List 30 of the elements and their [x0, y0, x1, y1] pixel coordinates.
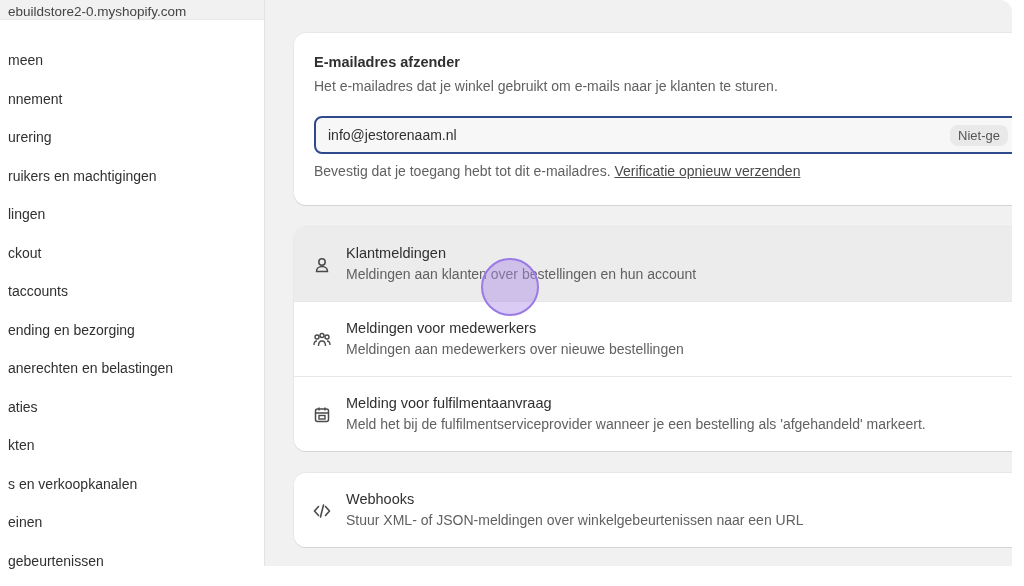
row-title: Meldingen voor medewerkers — [346, 320, 538, 336]
sidebar-item[interactable]: urering — [0, 128, 52, 147]
row-title: Melding voor fulfilmentaanvraag — [346, 395, 553, 411]
sidebar-item[interactable]: lingen — [0, 205, 46, 224]
row-description: Meld het bij de fulfilmentserviceprovider wanneer je een bestelling als 'afgehandeld' markeert. — [346, 415, 926, 434]
sidebar-item[interactable]: ending en bezorging — [0, 320, 135, 340]
email-input[interactable]: info@jestorenaam.nl — [328, 127, 828, 143]
notification-row[interactable]: Melding voor fulfilmentaanvraag Meld het bij de fulfilmentserviceprovider wanneer je een bestelling als 'afgehandeld' markeert. — [294, 376, 1012, 451]
sidebar-item[interactable]: meen — [0, 51, 44, 70]
sidebar-item[interactable]: s en verkoopkanalen — [0, 474, 138, 494]
card-description: Het e-mailadres dat je winkel gebruikt om e-mails naar je klanten te sturen. — [314, 78, 779, 94]
sidebar-item[interactable]: einen — [0, 513, 43, 532]
row-title: Webhooks — [346, 491, 416, 507]
sidebar-item[interactable]: anerechten en belastingen — [0, 359, 174, 378]
sidebar-item[interactable]: aties — [0, 397, 38, 417]
sidebar-item[interactable]: ruikers en machtigingen — [0, 166, 157, 186]
row-description: Meldingen aan medewerkers over nieuwe bestellingen — [346, 340, 684, 359]
sidebar-item[interactable]: ckout — [0, 243, 42, 263]
sidebar-item[interactable]: kten — [0, 436, 35, 455]
help-text: Bevestig dat je toegang hebt tot dit e-mailadres. — [314, 163, 611, 179]
card-title: E-mailadres afzender — [314, 54, 461, 70]
resend-verification-link[interactable]: Verificatie opnieuw verzenden — [614, 163, 801, 179]
sidebar-item[interactable]: nnement — [0, 89, 63, 109]
row-title: Klantmeldingen — [346, 245, 447, 261]
store-domain: ebuildstore2-0.myshopify.com — [0, 0, 264, 20]
status-badge: Niet-ge — [950, 124, 1008, 146]
row-description: Stuur XML- of JSON-meldingen over winkelgebeurtenissen naar een URL — [346, 511, 804, 530]
sidebar-item[interactable]: gebeurtenissen — [0, 551, 104, 571]
email-field[interactable]: info@jestorenaam.nl Niet-ge — [314, 116, 1012, 154]
sidebar-item[interactable]: taccounts — [0, 282, 68, 301]
